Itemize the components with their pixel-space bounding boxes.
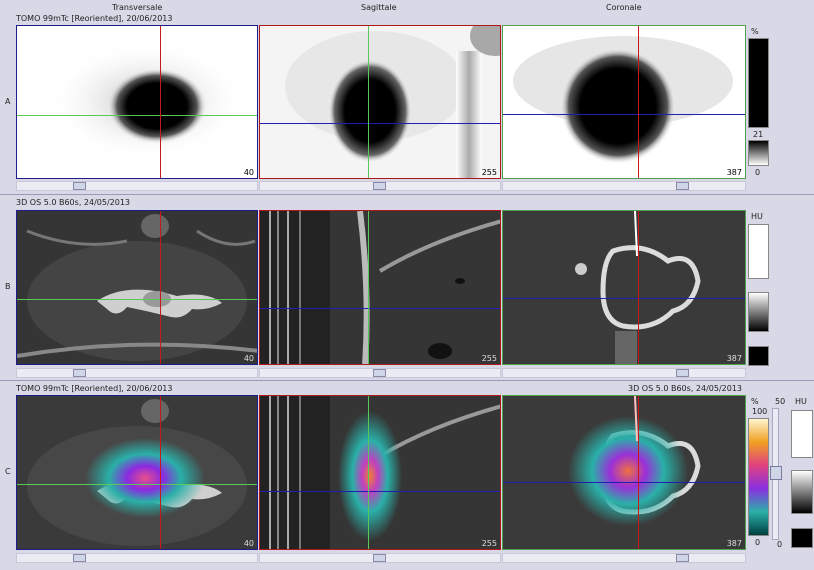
crosshair-horizontal: [17, 484, 257, 485]
slice-number: 255: [481, 539, 497, 548]
scale-c-hu-unit: HU: [795, 397, 807, 406]
row-b-sagittale-panel[interactable]: 255: [259, 210, 501, 365]
row-b-transversale-scrollbar[interactable]: [16, 368, 258, 378]
column-title-transversale: Transversale: [112, 3, 163, 12]
row-a-transversale-scrollbar[interactable]: [16, 181, 258, 191]
row-separator: [0, 380, 814, 381]
row-a-transversale-image: [47, 41, 247, 161]
row-c-sagittale-scrollbar[interactable]: [259, 553, 501, 563]
row-c-label: C: [5, 467, 11, 476]
crosshair-vertical: [638, 396, 639, 549]
scale-b-unit: HU: [751, 212, 763, 221]
row-b-coronale-image: [503, 211, 745, 364]
row-b-sagittale-image: [260, 211, 500, 364]
crosshair-horizontal: [17, 299, 257, 300]
row-b-transversale-image: [17, 211, 257, 364]
slice-number: 255: [481, 354, 497, 363]
crosshair-vertical: [368, 211, 369, 364]
scroll-thumb[interactable]: [676, 182, 689, 190]
scale-c-slider-min: 0: [777, 540, 783, 549]
scale-c-pct-min: 0: [755, 538, 761, 547]
scale-c-pct-max: 100: [752, 407, 768, 416]
scroll-thumb[interactable]: [676, 554, 689, 562]
scroll-thumb[interactable]: [73, 554, 86, 562]
row-c-coronale-scrollbar[interactable]: [502, 553, 746, 563]
row-b-transversale-panel[interactable]: 40: [16, 210, 258, 365]
crosshair-vertical: [160, 211, 161, 364]
row-c-transversale-panel[interactable]: 40: [16, 395, 258, 550]
scale-c-hu-gradient: [791, 470, 813, 514]
scale-a-bar: [748, 38, 769, 128]
blend-slider-thumb[interactable]: [770, 466, 782, 480]
row-c-coronale-panel[interactable]: 387: [502, 395, 746, 550]
slice-number: 255: [481, 168, 497, 177]
column-title-coronale: Coronale: [606, 3, 642, 12]
scale-c-hu-white: [791, 410, 813, 458]
scroll-thumb[interactable]: [373, 182, 386, 190]
row-b-coronale-panel[interactable]: 387: [502, 210, 746, 365]
row-c-header-right: 3D OS 5.0 B60s, 24/05/2013: [628, 384, 743, 393]
row-a-coronale-image: [513, 36, 733, 164]
row-a-label: A: [5, 97, 11, 106]
row-a-header: TOMO 99mTc [Reoriented], 20/06/2013: [16, 14, 173, 23]
scroll-thumb[interactable]: [73, 369, 86, 377]
scale-a-gradient: [748, 140, 769, 166]
crosshair-vertical: [160, 26, 161, 178]
row-c-sagittale-panel[interactable]: 255: [259, 395, 501, 550]
slice-number: 387: [726, 354, 742, 363]
crosshair-horizontal: [260, 123, 500, 124]
crosshair-vertical: [638, 26, 639, 178]
crosshair-vertical: [638, 211, 639, 364]
scroll-thumb[interactable]: [373, 554, 386, 562]
slice-number: 387: [726, 168, 742, 177]
scale-c-hu-black: [791, 528, 813, 548]
scale-c-slider-label: 50: [775, 397, 786, 406]
crosshair-vertical: [368, 26, 369, 178]
scale-b-gradient: [748, 292, 769, 332]
scale-b-black: [748, 346, 769, 366]
column-title-sagittale: Sagittale: [361, 3, 397, 12]
row-b-header: 3D OS 5.0 B60s, 24/05/2013: [16, 198, 131, 207]
scroll-thumb[interactable]: [676, 369, 689, 377]
scroll-thumb[interactable]: [73, 182, 86, 190]
row-c-coronale-image: [503, 396, 745, 549]
row-a-sagittale-panel[interactable]: 255: [259, 25, 501, 179]
row-b-label: B: [5, 282, 11, 291]
crosshair-horizontal: [260, 308, 500, 309]
row-separator: [0, 194, 814, 195]
crosshair-horizontal: [503, 298, 745, 299]
row-c-transversale-image: [17, 396, 257, 549]
crosshair-horizontal: [503, 482, 745, 483]
crosshair-horizontal: [17, 115, 257, 116]
scale-a-unit: %: [751, 27, 759, 36]
row-b-sagittale-scrollbar[interactable]: [259, 368, 501, 378]
scale-a-min: 0: [755, 168, 761, 177]
scroll-thumb[interactable]: [373, 369, 386, 377]
slice-number: 40: [243, 539, 254, 548]
row-c-transversale-scrollbar[interactable]: [16, 553, 258, 563]
row-c-header-left: TOMO 99mTc [Reoriented], 20/06/2013: [16, 384, 173, 393]
row-a-coronale-panel[interactable]: 387: [502, 25, 746, 179]
scale-b-white: [748, 224, 769, 279]
scale-c-pct-unit: %: [751, 397, 759, 406]
row-a-sagittale-image: [260, 26, 500, 178]
crosshair-vertical: [160, 396, 161, 549]
row-a-coronale-scrollbar[interactable]: [502, 181, 746, 191]
slice-number: 387: [726, 539, 742, 548]
scale-c-colormap: [748, 418, 769, 536]
slice-number: 40: [243, 168, 254, 177]
row-c-sagittale-image: [260, 396, 500, 549]
row-a-sagittale-scrollbar[interactable]: [259, 181, 501, 191]
row-a-transversale-panel[interactable]: 40: [16, 25, 258, 179]
slice-number: 40: [243, 354, 254, 363]
row-b-coronale-scrollbar[interactable]: [502, 368, 746, 378]
crosshair-vertical: [368, 396, 369, 549]
scale-a-value: 21: [753, 130, 764, 139]
crosshair-horizontal: [260, 491, 500, 492]
crosshair-horizontal: [503, 114, 745, 115]
